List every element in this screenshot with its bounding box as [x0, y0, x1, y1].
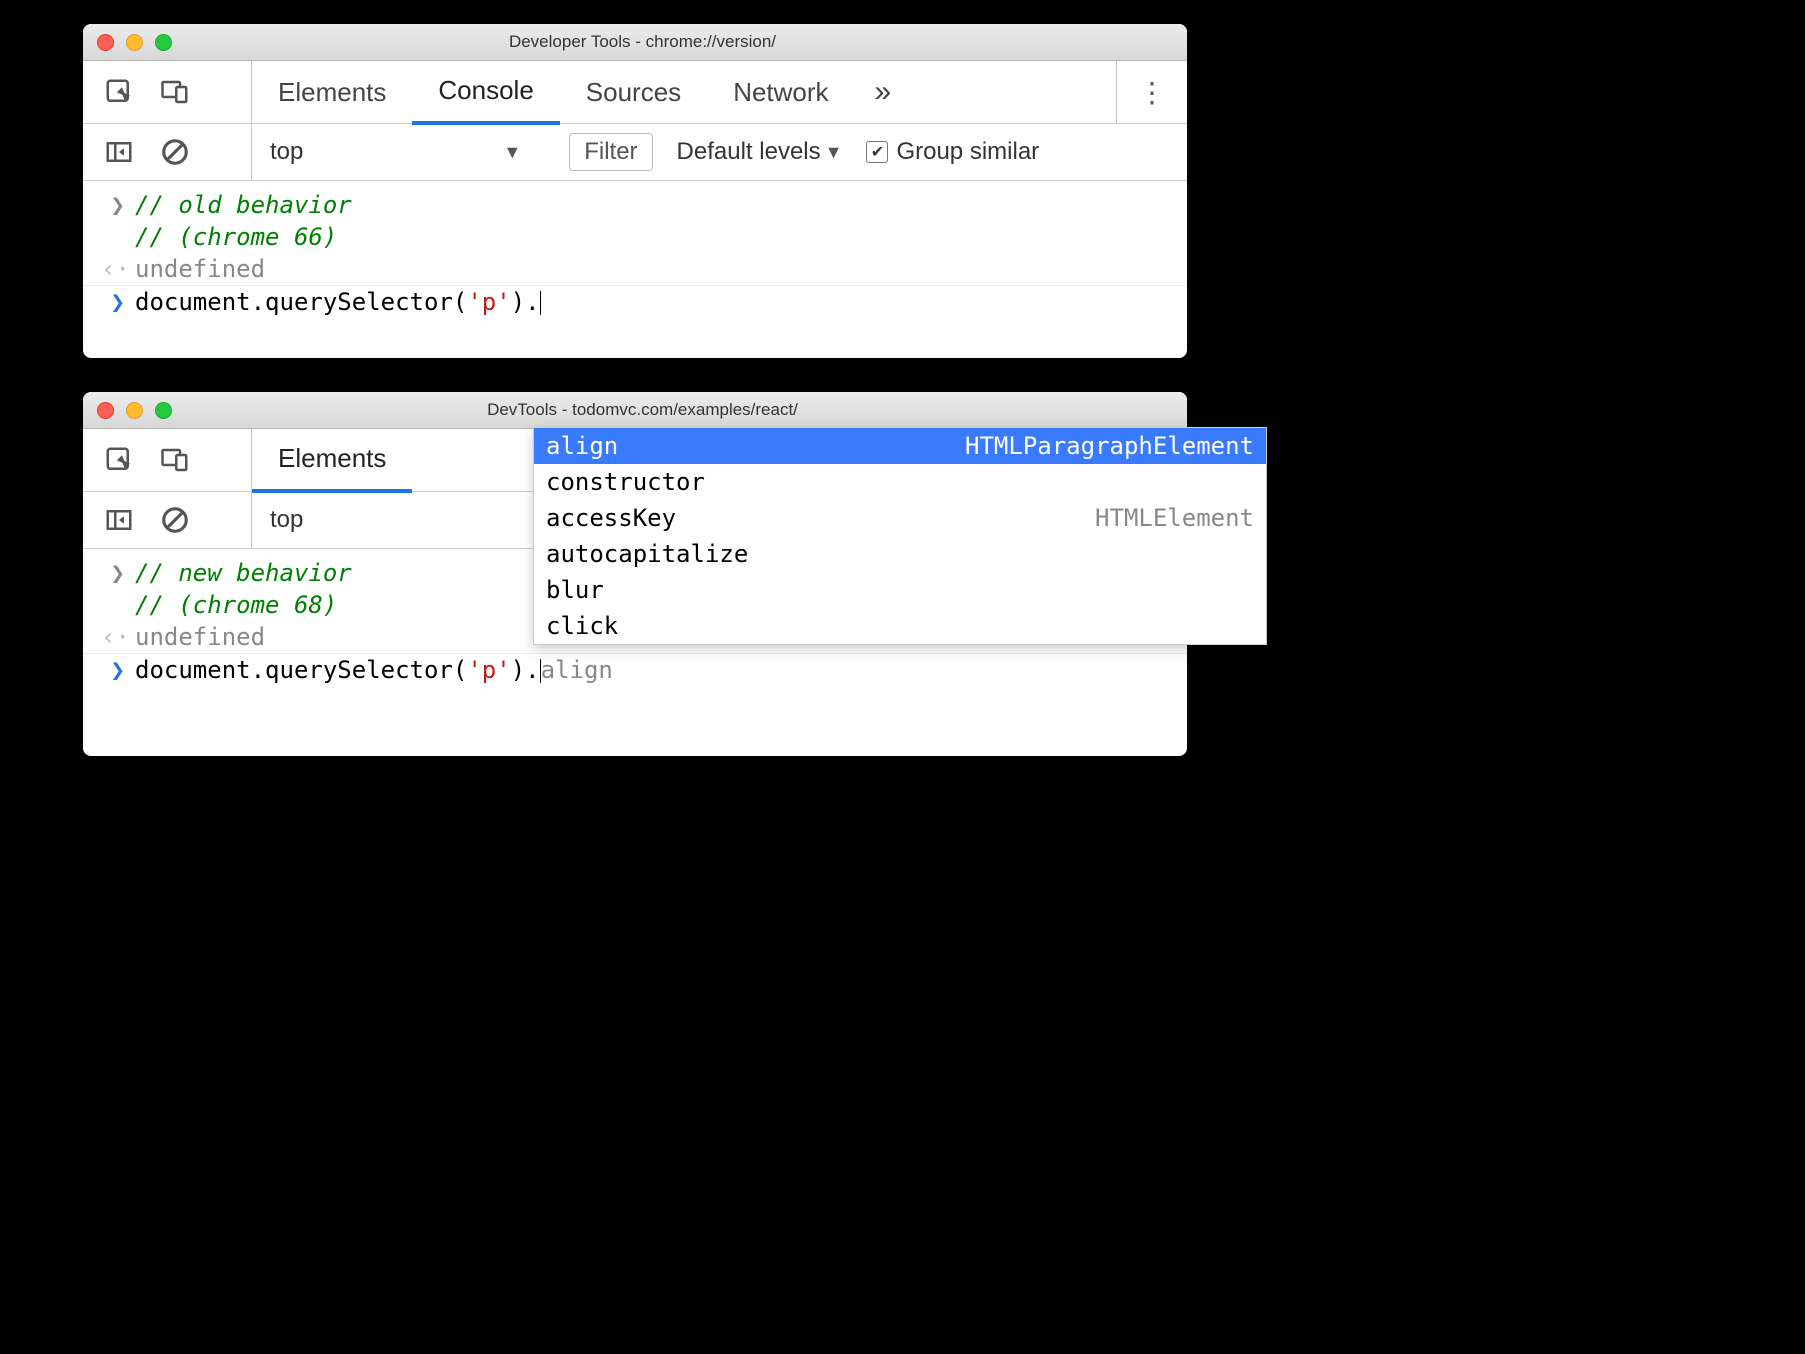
autocomplete-item-name: align — [546, 432, 618, 460]
console-input[interactable]: document.querySelector('p').align — [135, 656, 613, 684]
panel-menu-icon[interactable]: ⋮ — [1116, 61, 1187, 123]
toggle-device-toolbar-icon[interactable] — [157, 442, 193, 478]
autocomplete-item[interactable]: constructor — [534, 464, 1266, 500]
console-sidebar-toggle-icon[interactable] — [101, 134, 137, 170]
autocomplete-item[interactable]: blur — [534, 572, 1266, 608]
context-label: top — [270, 138, 303, 166]
traffic-lights — [97, 34, 172, 51]
toggle-device-toolbar-icon[interactable] — [157, 74, 193, 110]
dropdown-icon: ▼ — [503, 142, 521, 163]
window-title: Developer Tools - chrome://version/ — [172, 32, 1113, 52]
console-input[interactable]: document.querySelector('p'). — [135, 288, 541, 316]
panel-tabs: Elements Console Sources Network » — [252, 61, 911, 123]
inspect-element-icon[interactable] — [101, 442, 137, 478]
text-cursor — [540, 659, 541, 683]
console-filter-input[interactable]: Filter — [569, 133, 652, 171]
console-toolbar: top ▼ Filter Default levels ▼ ✔ Group si… — [83, 124, 1187, 181]
active-input-gutter-icon: ❯ — [101, 656, 135, 684]
console-comment: // (chrome 66) — [135, 223, 337, 251]
autocomplete-ghost: align — [541, 656, 613, 684]
minimize-window-button[interactable] — [126, 402, 143, 419]
autocomplete-popup: align HTMLParagraphElement constructor a… — [533, 427, 1267, 645]
devtools-window-1: Developer Tools - chrome://version/ — [83, 24, 1187, 358]
result-gutter-icon: ‹· — [101, 623, 135, 651]
tab-elements[interactable]: Elements — [252, 61, 412, 123]
autocomplete-item-name: blur — [546, 576, 604, 604]
input-gutter-icon: ❯ — [101, 191, 135, 219]
clear-console-icon[interactable] — [157, 502, 193, 538]
text-cursor — [540, 291, 541, 315]
levels-label: Default levels — [677, 138, 821, 166]
devtools-window-2: DevTools - todomvc.com/examples/react/ — [83, 392, 1187, 756]
execution-context-selector[interactable]: top — [252, 492, 321, 548]
window-title: DevTools - todomvc.com/examples/react/ — [172, 400, 1113, 420]
console-comment: // old behavior — [135, 191, 352, 219]
group-similar-label: Group similar — [896, 138, 1039, 166]
autocomplete-item-name: accessKey — [546, 504, 676, 532]
group-similar-toggle[interactable]: ✔ Group similar — [866, 138, 1039, 166]
autocomplete-item[interactable]: align HTMLParagraphElement — [534, 428, 1266, 464]
console-sidebar-toggle-icon[interactable] — [101, 502, 137, 538]
close-window-button[interactable] — [97, 402, 114, 419]
result-gutter-icon: ‹· — [101, 255, 135, 283]
autocomplete-item[interactable]: autocapitalize — [534, 536, 1266, 572]
autocomplete-item-name: autocapitalize — [546, 540, 748, 568]
minimize-window-button[interactable] — [126, 34, 143, 51]
autocomplete-item-hint: HTMLElement — [1095, 504, 1254, 532]
traffic-lights — [97, 402, 172, 419]
clear-console-icon[interactable] — [157, 134, 193, 170]
inspect-element-icon[interactable] — [101, 74, 137, 110]
autocomplete-item[interactable]: click — [534, 608, 1266, 644]
context-label: top — [270, 506, 303, 534]
zoom-window-button[interactable] — [155, 34, 172, 51]
console-comment: // (chrome 68) — [135, 591, 337, 619]
input-gutter-icon: ❯ — [101, 559, 135, 587]
autocomplete-item-name: click — [546, 612, 618, 640]
window-titlebar: DevTools - todomvc.com/examples/react/ — [83, 392, 1187, 429]
panel-tabs-row: Elements Console Sources Network » ⋮ — [83, 61, 1187, 124]
console-result: undefined — [135, 255, 265, 283]
autocomplete-item-name: constructor — [546, 468, 705, 496]
checkbox-checked-icon[interactable]: ✔ — [866, 141, 888, 163]
console-output: ❯ // old behavior // (chrome 66) ‹· unde… — [83, 181, 1187, 358]
panel-tabs: Elements — [252, 429, 412, 491]
execution-context-selector[interactable]: top ▼ — [252, 124, 539, 180]
tab-console[interactable]: Console — [412, 59, 559, 125]
tab-elements[interactable]: Elements — [252, 427, 412, 493]
more-tabs-icon[interactable]: » — [855, 75, 912, 109]
zoom-window-button[interactable] — [155, 402, 172, 419]
active-input-gutter-icon: ❯ — [101, 288, 135, 316]
console-result: undefined — [135, 623, 265, 651]
tab-sources[interactable]: Sources — [560, 61, 707, 123]
autocomplete-item[interactable]: accessKey HTMLElement — [534, 500, 1266, 536]
log-level-selector[interactable]: Default levels ▼ — [677, 138, 843, 166]
tab-network[interactable]: Network — [707, 61, 854, 123]
console-comment: // new behavior — [135, 559, 352, 587]
dropdown-icon: ▼ — [825, 142, 843, 163]
window-titlebar: Developer Tools - chrome://version/ — [83, 24, 1187, 61]
autocomplete-item-hint: HTMLParagraphElement — [965, 432, 1254, 460]
close-window-button[interactable] — [97, 34, 114, 51]
